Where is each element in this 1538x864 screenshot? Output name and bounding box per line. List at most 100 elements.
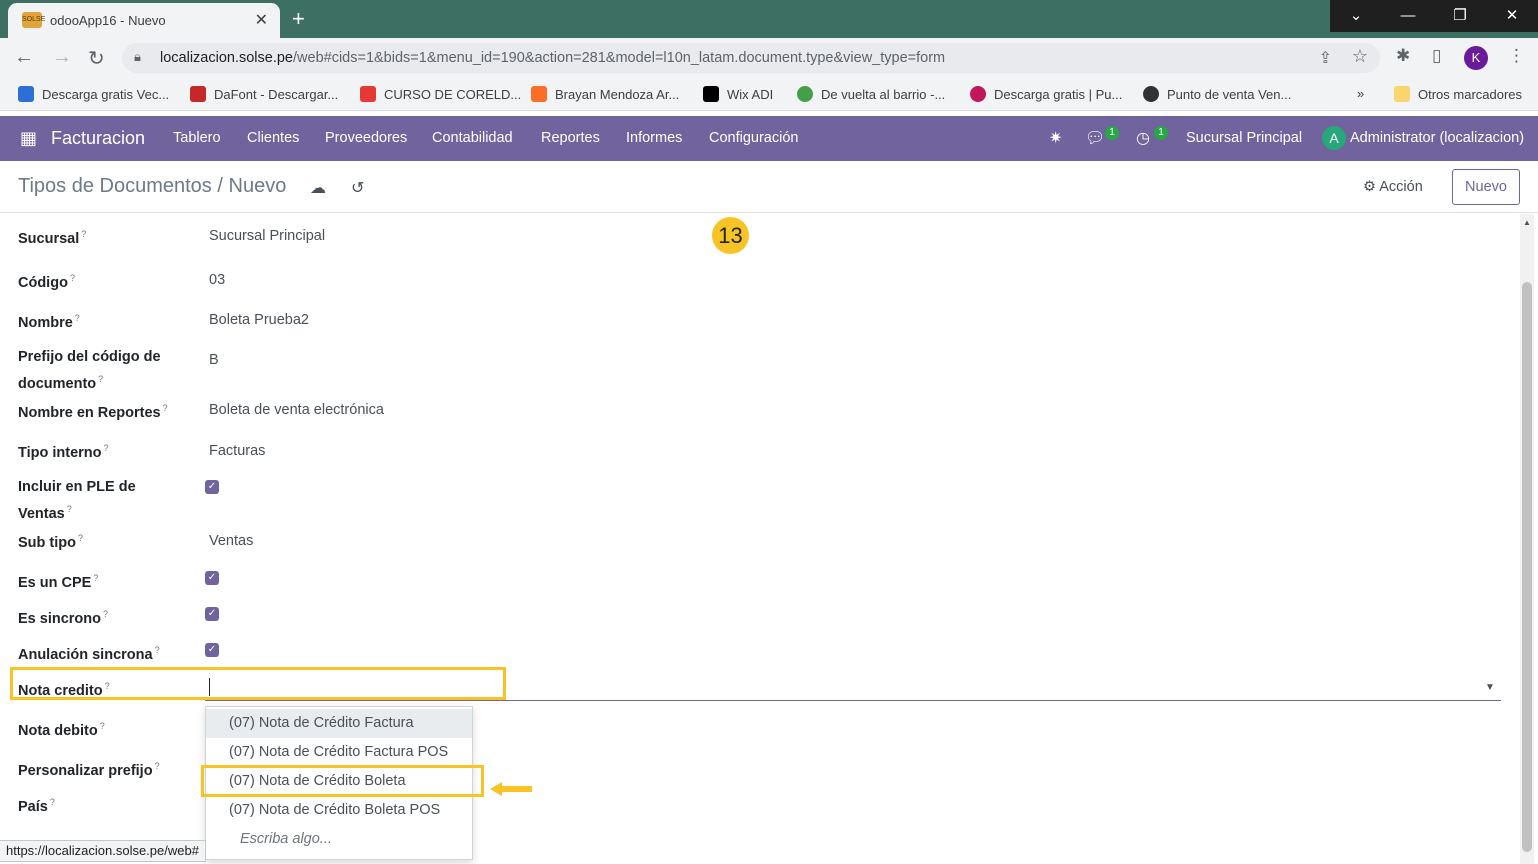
help-tooltip-icon[interactable]: ?	[67, 504, 72, 514]
action-menu[interactable]: ⚙ Acción	[1363, 179, 1423, 195]
restore-icon[interactable]: ❐	[1434, 0, 1486, 32]
codigo-label: Código?	[18, 273, 75, 291]
new-record-button[interactable]: Nuevo	[1452, 169, 1520, 205]
dropdown-search-hint[interactable]: Escriba algo...	[240, 831, 332, 847]
share-icon[interactable]: ⇪	[1319, 48, 1332, 68]
help-tooltip-icon[interactable]: ?	[93, 573, 98, 583]
messages-icon[interactable]: 💬︎	[1085, 128, 1105, 148]
menu-configuracion[interactable]: Configuración	[709, 130, 798, 146]
sub-tipo-value[interactable]: Ventas	[209, 533, 253, 549]
app-name[interactable]: Facturacion	[51, 128, 145, 149]
browser-tab[interactable]: SOLSE odooApp16 - Nuevo ✕	[8, 3, 280, 38]
scroll-up-icon[interactable]: ▲	[1523, 218, 1531, 227]
breadcrumb-current: Nuevo	[228, 175, 287, 197]
help-tooltip-icon[interactable]: ?	[78, 533, 83, 543]
breadcrumb: Tipos de Documentos / Nuevo	[18, 175, 286, 198]
help-tooltip-icon[interactable]: ?	[75, 313, 80, 323]
extensions-icon[interactable]: ✱	[1396, 46, 1410, 66]
bookmark-item[interactable]: De vuelta al barrio -...	[797, 86, 945, 102]
help-tooltip-icon[interactable]: ?	[155, 645, 160, 655]
page-scrollbar[interactable]: ▲	[1520, 214, 1534, 864]
dropdown-option[interactable]: (07) Nota de Crédito Factura	[206, 709, 472, 738]
es-sincrono-label: Es sincrono?	[18, 609, 109, 627]
window-close-icon[interactable]: ✕	[1486, 0, 1538, 32]
bookmark-item[interactable]: Descarga gratis Vec...	[18, 86, 169, 102]
nota-credito-input[interactable]	[205, 700, 1501, 701]
lock-icon[interactable]: 🔒︎	[134, 49, 141, 65]
scrollbar-thumb[interactable]	[1522, 282, 1532, 852]
prefijo-label: Prefijo del código de documento?	[18, 349, 161, 392]
debug-bug-icon[interactable]: ✷	[1049, 128, 1062, 148]
menu-informes[interactable]: Informes	[626, 130, 682, 146]
help-tooltip-icon[interactable]: ?	[70, 273, 75, 283]
chevron-down-icon[interactable]: ▼	[1485, 682, 1495, 693]
url-text[interactable]: localizacion.solse.pe/web#cids=1&bids=1&…	[160, 50, 945, 66]
odoo-favicon-icon: SOLSE	[22, 12, 45, 28]
app-menu-grid-icon[interactable]: ▦	[20, 128, 37, 149]
bookmark-favicon-icon	[970, 86, 986, 102]
side-panel-icon[interactable]: ▯	[1432, 46, 1441, 66]
other-bookmarks[interactable]: Otros marcadores	[1394, 86, 1522, 102]
help-tooltip-icon[interactable]: ?	[163, 403, 168, 413]
forward-icon[interactable]: →	[52, 46, 72, 69]
bookmark-item[interactable]: Descarga gratis | Pu...	[970, 86, 1122, 102]
nombre-value[interactable]: Boleta Prueba2	[209, 312, 309, 328]
odoo-navbar: ▦ Facturacion Tablero Clientes Proveedor…	[0, 116, 1538, 161]
help-tooltip-icon[interactable]: ?	[103, 609, 108, 619]
menu-reportes[interactable]: Reportes	[541, 130, 600, 146]
codigo-value[interactable]: 03	[209, 272, 225, 288]
menu-contabilidad[interactable]: Contabilidad	[432, 130, 513, 146]
prefijo-value[interactable]: B	[209, 352, 219, 368]
profile-avatar[interactable]: K	[1464, 46, 1488, 70]
new-tab-icon[interactable]: +	[292, 6, 305, 32]
bookmark-label: Brayan Mendoza Ar...	[555, 87, 680, 102]
form-sheet: Sucursal? Sucursal Principal Código? 03 …	[0, 214, 1518, 864]
help-tooltip-icon[interactable]: ?	[155, 761, 160, 771]
bookmark-item[interactable]: Punto de venta Ven...	[1143, 86, 1291, 102]
bookmark-label: Punto de venta Ven...	[1167, 87, 1292, 102]
gear-icon: ⚙	[1363, 179, 1376, 195]
branch-switcher[interactable]: Sucursal Principal	[1186, 130, 1302, 146]
menu-tablero[interactable]: Tablero	[173, 130, 221, 146]
dropdown-option[interactable]: (07) Nota de Crédito Boleta POS	[206, 796, 472, 825]
help-tooltip-icon[interactable]: ?	[50, 797, 55, 807]
discard-undo-icon[interactable]: ↺	[351, 178, 364, 198]
activities-clock-icon[interactable]: ◷	[1136, 128, 1150, 148]
breadcrumb-parent[interactable]: Tipos de Documentos	[18, 175, 212, 197]
bookmark-item[interactable]: DaFont - Descargar...	[190, 86, 338, 102]
bookmark-item[interactable]: CURSO DE CORELD...	[360, 86, 521, 102]
save-cloud-icon[interactable]: ☁	[310, 178, 326, 198]
reload-icon[interactable]: ↻	[88, 46, 105, 71]
bookmarks-overflow-icon[interactable]: »	[1357, 86, 1364, 101]
tab-search-icon[interactable]: ⌄	[1330, 0, 1382, 32]
action-menu-label: Acción	[1379, 179, 1423, 195]
address-bar[interactable]: 🔒︎ localizacion.solse.pe/web#cids=1&bids…	[122, 43, 1380, 73]
pointer-arrow-icon	[490, 782, 532, 796]
user-menu[interactable]: Administrator (localizacion)	[1350, 130, 1524, 146]
incluir-ple-checkbox[interactable]: ✓	[205, 480, 219, 494]
help-tooltip-icon[interactable]: ?	[81, 229, 86, 239]
browser-menu-icon[interactable]: ⋮	[1508, 46, 1525, 66]
help-tooltip-icon[interactable]: ?	[98, 374, 103, 384]
bookmark-label: Wix ADI	[727, 87, 774, 102]
help-tooltip-icon[interactable]: ?	[100, 721, 105, 731]
bookmark-star-icon[interactable]: ☆	[1352, 46, 1368, 67]
help-tooltip-icon[interactable]: ?	[104, 443, 109, 453]
minimize-icon[interactable]: —	[1382, 0, 1434, 32]
tipo-interno-value[interactable]: Facturas	[209, 443, 265, 459]
es-cpe-checkbox[interactable]: ✓	[205, 571, 219, 585]
back-icon[interactable]: ←	[14, 46, 34, 69]
bookmark-item[interactable]: Brayan Mendoza Ar...	[531, 86, 679, 102]
menu-clientes[interactable]: Clientes	[247, 130, 299, 146]
anulacion-sincrona-checkbox[interactable]: ✓	[205, 643, 219, 657]
bookmark-item[interactable]: Wix ADI	[703, 86, 773, 102]
tab-close-icon[interactable]: ✕	[255, 10, 268, 30]
pais-label: País?	[18, 797, 55, 815]
user-avatar[interactable]: A	[1322, 126, 1346, 150]
dropdown-option[interactable]: (07) Nota de Crédito Factura POS	[206, 738, 472, 767]
breadcrumb-separator: /	[217, 175, 223, 197]
nombre-reportes-value[interactable]: Boleta de venta electrónica	[209, 402, 384, 418]
es-sincrono-checkbox[interactable]: ✓	[205, 607, 219, 621]
sucursal-value[interactable]: Sucursal Principal	[209, 228, 325, 244]
menu-proveedores[interactable]: Proveedores	[325, 130, 407, 146]
